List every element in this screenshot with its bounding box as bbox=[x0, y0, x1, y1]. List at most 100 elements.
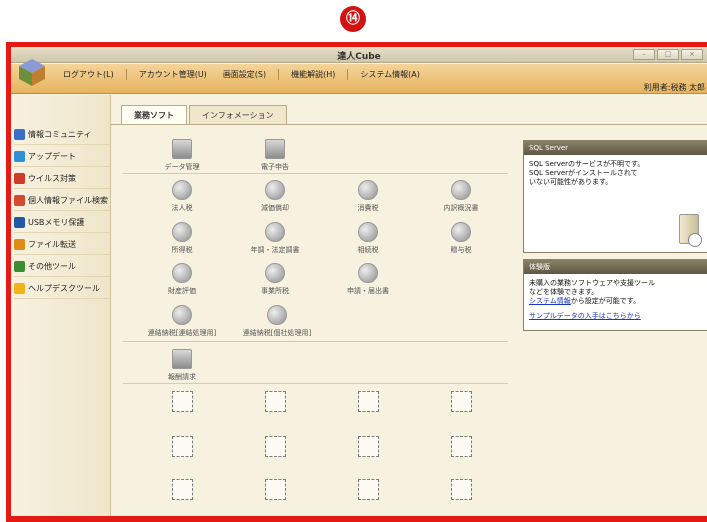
sidebar-item-label: ファイル転送 bbox=[28, 240, 76, 249]
sidebar-item-antivirus[interactable]: ウイルス対策 bbox=[14, 169, 110, 189]
file-search-icon bbox=[14, 195, 25, 206]
empty-app-slot[interactable] bbox=[265, 391, 286, 412]
breakdown-report-icon bbox=[451, 180, 471, 200]
user-label: 利用者:税務 太郎 bbox=[643, 83, 705, 92]
tab-business-software[interactable]: 業務ソフト bbox=[121, 105, 187, 125]
app-label: 内訳概況書 bbox=[443, 204, 479, 212]
empty-app-slot[interactable] bbox=[358, 391, 379, 412]
panel-title: SQL Server bbox=[524, 141, 707, 155]
panel-text: などを体験できます。 bbox=[529, 288, 599, 296]
step-number-badge: ⑭ bbox=[340, 6, 366, 32]
app-corporate-tax[interactable]: 法人税 bbox=[136, 180, 228, 213]
antivirus-icon bbox=[14, 173, 25, 184]
sidebar-item-label: 情報コミュニティ bbox=[28, 130, 92, 139]
panel-title: 体験版 bbox=[524, 260, 707, 274]
highlight-frame: 達人Cube – □ × ログアウト(L) アカウント管理(U) 画面設定(S)… bbox=[6, 42, 707, 522]
minimize-button[interactable]: – bbox=[633, 49, 655, 60]
sidebar-item-label: その他ツール bbox=[28, 262, 76, 271]
menu-feature-guide[interactable]: 機能解説(H) bbox=[287, 68, 339, 81]
empty-app-slot[interactable] bbox=[172, 391, 193, 412]
trial-version-panel: 体験版 未購入の業務ソフトウェアや支援ツール などを体験できます。 システム情報… bbox=[523, 259, 707, 331]
sidebar-item-label: ウイルス対策 bbox=[28, 174, 76, 183]
menu-divider bbox=[347, 69, 349, 80]
transfer-icon bbox=[14, 239, 25, 250]
empty-app-slot[interactable] bbox=[358, 436, 379, 457]
app-label: 法人税 bbox=[171, 204, 193, 212]
app-label: 電子申告 bbox=[261, 163, 289, 171]
section-divider bbox=[123, 341, 508, 342]
app-label: 事業所税 bbox=[261, 287, 289, 295]
app-label: 贈与税 bbox=[450, 246, 472, 254]
app-label: 所得税 bbox=[171, 246, 193, 254]
consumption-tax-icon bbox=[358, 180, 378, 200]
menu-bar: ログアウト(L) アカウント管理(U) 画面設定(S) 機能解説(H) システム… bbox=[11, 64, 707, 94]
app-gift-tax[interactable]: 贈与税 bbox=[415, 222, 507, 255]
empty-app-slot[interactable] bbox=[172, 436, 193, 457]
app-business-office-tax[interactable]: 事業所税 bbox=[229, 263, 321, 296]
app-consolidated-tax-group[interactable]: 連結納税[連結処理用] bbox=[132, 305, 232, 338]
app-depreciation[interactable]: 減価償却 bbox=[229, 180, 321, 213]
usb-icon bbox=[14, 217, 25, 228]
app-label: 財産評価 bbox=[168, 287, 196, 295]
empty-app-slot[interactable] bbox=[172, 479, 193, 500]
close-button[interactable]: × bbox=[681, 49, 703, 60]
menu-divider bbox=[278, 69, 280, 80]
empty-app-slot[interactable] bbox=[451, 391, 472, 412]
app-applications[interactable]: 申請・届出書 bbox=[322, 263, 414, 296]
app-e-filing[interactable]: 電子申告 bbox=[229, 139, 321, 172]
panel-text: 未購入の業務ソフトウェアや支援ツール bbox=[529, 279, 655, 287]
app-label: データ管理 bbox=[164, 163, 200, 171]
app-property-valuation[interactable]: 財産評価 bbox=[136, 263, 228, 296]
menu-screen-settings[interactable]: 画面設定(S) bbox=[219, 68, 270, 81]
empty-app-slot[interactable] bbox=[451, 479, 472, 500]
empty-app-slot[interactable] bbox=[451, 436, 472, 457]
panel-body: 未購入の業務ソフトウェアや支援ツール などを体験できます。 システム情報から設定… bbox=[524, 274, 707, 326]
empty-app-slot[interactable] bbox=[265, 479, 286, 500]
menu-logout[interactable]: ログアウト(L) bbox=[59, 68, 118, 81]
sidebar-item-community[interactable]: 情報コミュニティ bbox=[14, 125, 110, 145]
empty-app-slot[interactable] bbox=[265, 436, 286, 457]
data-manager-icon bbox=[172, 139, 192, 159]
app-label: 連結納税[連結処理用] bbox=[147, 329, 217, 337]
tab-information[interactable]: インフォメーション bbox=[189, 105, 287, 125]
app-year-end-adjustment[interactable]: 年調・法定調書 bbox=[229, 222, 321, 255]
sidebar-item-update[interactable]: アップデート bbox=[14, 147, 110, 167]
app-logo-icon[interactable] bbox=[17, 57, 47, 87]
empty-app-slot[interactable] bbox=[358, 479, 379, 500]
sidebar: 情報コミュニティ アップデート ウイルス対策 個人情報ファイル検索 USBメモリ… bbox=[11, 95, 111, 516]
sidebar-item-tools[interactable]: その他ツール bbox=[14, 257, 110, 277]
helpdesk-icon bbox=[14, 283, 25, 294]
app-billing[interactable]: 報酬請求 bbox=[136, 349, 228, 382]
depreciation-icon bbox=[265, 180, 285, 200]
panel-text: SQL Serverのサービスが不明です。 bbox=[529, 160, 645, 168]
app-label: 相続税 bbox=[357, 246, 379, 254]
app-consolidated-tax-individual[interactable]: 連結納税[個社処理用] bbox=[227, 305, 327, 338]
billing-icon bbox=[172, 349, 192, 369]
app-income-tax[interactable]: 所得税 bbox=[136, 222, 228, 255]
e-filing-icon bbox=[265, 139, 285, 159]
sql-server-panel: SQL Server SQL Serverのサービスが不明です。 SQL Ser… bbox=[523, 140, 707, 253]
sidebar-item-helpdesk[interactable]: ヘルプデスクツール bbox=[14, 279, 110, 299]
sidebar-item-label: アップデート bbox=[28, 152, 76, 161]
menu-system-info[interactable]: システム情報(A) bbox=[356, 68, 423, 81]
sidebar-item-label: 個人情報ファイル検索 bbox=[28, 196, 108, 205]
app-launcher-grid: データ管理 電子申告 法人税 減価償却 消費税 内訳概況書 所得税 年調・法定調… bbox=[119, 125, 514, 516]
app-breakdown-report[interactable]: 内訳概況書 bbox=[415, 180, 507, 213]
app-label: 連結納税[個社処理用] bbox=[242, 329, 312, 337]
section-divider bbox=[123, 173, 508, 174]
sidebar-item-file-search[interactable]: 個人情報ファイル検索 bbox=[14, 191, 110, 211]
app-consumption-tax[interactable]: 消費税 bbox=[322, 180, 414, 213]
app-label: 報酬請求 bbox=[168, 373, 196, 381]
sidebar-item-file-transfer[interactable]: ファイル転送 bbox=[14, 235, 110, 255]
system-info-link[interactable]: システム情報 bbox=[529, 297, 571, 305]
menu-account[interactable]: アカウント管理(U) bbox=[135, 68, 211, 81]
sample-data-link[interactable]: サンプルデータの入手はこちらから bbox=[529, 312, 641, 320]
menu-divider bbox=[125, 69, 127, 80]
app-inheritance-tax[interactable]: 相続税 bbox=[322, 222, 414, 255]
app-data-manager[interactable]: データ管理 bbox=[136, 139, 228, 172]
sidebar-item-usb[interactable]: USBメモリ保護 bbox=[14, 213, 110, 233]
property-valuation-icon bbox=[172, 263, 192, 283]
app-label: 消費税 bbox=[357, 204, 379, 212]
maximize-button[interactable]: □ bbox=[657, 49, 679, 60]
panel-text-row: システム情報から設定が可能です。 bbox=[529, 297, 702, 306]
